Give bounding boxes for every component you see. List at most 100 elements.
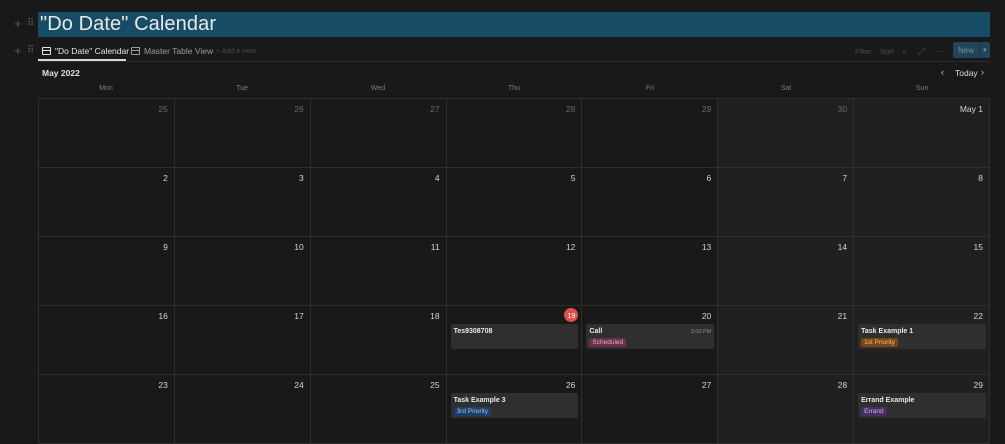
- calendar-day-cell[interactable]: 19 Tes9308708: [446, 306, 583, 375]
- event-name: Errand Example: [861, 397, 915, 404]
- filter-label: Filter: [855, 46, 872, 56]
- calendar-day-cell[interactable]: 25: [39, 99, 175, 168]
- event-card[interactable]: Call 3:00 PM Scheduled: [586, 324, 715, 349]
- sort-label: Sort: [880, 46, 894, 56]
- event-time: 3:00 PM: [690, 329, 712, 335]
- day-number: 28: [837, 380, 848, 390]
- drag-handle-icon[interactable]: ⠿: [27, 17, 34, 31]
- calendar-day-cell[interactable]: 15: [854, 237, 990, 306]
- search-icon[interactable]: ⌕: [902, 41, 907, 61]
- weekday-label: Thu: [507, 85, 521, 92]
- calendar-day-cell[interactable]: 28: [718, 375, 855, 444]
- weekday-label: Tue: [236, 85, 248, 92]
- add-view-button[interactable]: + Add a view: [216, 41, 256, 61]
- calendar-day-cell[interactable]: 7: [718, 168, 855, 237]
- calendar-day-cell[interactable]: 30: [718, 99, 855, 168]
- day-number: 8: [978, 173, 983, 183]
- calendar-day-cell[interactable]: 23: [39, 375, 175, 444]
- day-number: 9: [163, 242, 168, 252]
- calendar-day-cell[interactable]: 29 Errand Example Errand: [854, 375, 990, 444]
- calendar-day-cell[interactable]: 6: [582, 168, 719, 237]
- day-number: 4: [434, 173, 440, 183]
- calendar-day-cell[interactable]: 12: [446, 237, 583, 306]
- calendar-day-cell[interactable]: May 1: [854, 99, 990, 168]
- chevron-down-icon[interactable]: ▾: [978, 42, 990, 58]
- event-card[interactable]: Errand Example Errand: [858, 393, 986, 418]
- prev-month-icon[interactable]: ‹: [941, 67, 944, 77]
- day-number: 12: [565, 242, 576, 252]
- day-number: 20: [701, 311, 712, 321]
- weekday-label: Wed: [370, 85, 386, 92]
- day-number: 13: [701, 242, 712, 252]
- day-number: 6: [706, 173, 712, 183]
- calendar-day-cell[interactable]: 10: [174, 237, 311, 306]
- event-name: Call: [589, 328, 603, 335]
- calendar-day-cell[interactable]: 26: [174, 99, 311, 168]
- calendar-day-cell[interactable]: 2: [39, 168, 175, 237]
- day-number: 29: [973, 380, 983, 390]
- tab-do-date-calendar[interactable]: "Do Date" Calendar: [42, 41, 129, 61]
- weekday-label: Sun: [915, 85, 929, 92]
- day-number: 30: [837, 104, 848, 114]
- more-options-icon[interactable]: ···: [935, 41, 944, 61]
- day-number: 26: [294, 104, 304, 114]
- sort-button[interactable]: Sort: [880, 41, 894, 61]
- day-number: 23: [158, 380, 168, 390]
- event-tag: 1st Priority: [861, 338, 898, 347]
- tab-label: "Do Date" Calendar: [55, 46, 130, 56]
- event-card[interactable]: Tes9308708: [450, 324, 579, 349]
- calendar-day-cell[interactable]: 26 Task Example 3 3rd Priority: [446, 375, 583, 444]
- calendar-day-cell[interactable]: 14: [718, 237, 855, 306]
- day-number: 29: [701, 104, 712, 114]
- month-label: May 2022: [42, 68, 80, 78]
- calendar-day-cell[interactable]: 13: [582, 237, 719, 306]
- day-number: 14: [837, 242, 848, 252]
- page-title-bar[interactable]: "Do Date" Calendar: [38, 12, 990, 37]
- calendar-day-cell[interactable]: 29: [582, 99, 719, 168]
- day-number: 21: [837, 311, 848, 321]
- calendar-day-cell[interactable]: 4: [310, 168, 447, 237]
- calendar-day-cell[interactable]: 3: [174, 168, 311, 237]
- add-block-icon-2[interactable]: +: [14, 44, 22, 58]
- tab-master-table-view[interactable]: Master Table View: [131, 41, 213, 61]
- calendar-day-cell[interactable]: 25: [310, 375, 447, 444]
- today-day-number: 19: [564, 308, 579, 322]
- add-view-label: + Add a view: [216, 47, 256, 55]
- calendar-day-cell[interactable]: 27: [310, 99, 447, 168]
- event-card[interactable]: Task Example 1 1st Priority: [858, 324, 986, 349]
- new-button[interactable]: New ▾: [953, 42, 990, 58]
- event-tag: 3rd Priority: [453, 407, 491, 416]
- calendar-day-cell[interactable]: 21: [718, 306, 855, 375]
- day-number: 11: [430, 242, 440, 252]
- expand-icon[interactable]: ⤢: [918, 41, 925, 61]
- day-number: May 1: [959, 104, 983, 114]
- calendar-day-cell[interactable]: 20 Call 3:00 PM Scheduled: [582, 306, 719, 375]
- calendar-day-cell[interactable]: 5: [446, 168, 583, 237]
- event-card[interactable]: Task Example 3 3rd Priority: [450, 393, 579, 418]
- day-number: 27: [430, 104, 440, 114]
- header-divider: [38, 61, 990, 62]
- day-number: 25: [430, 380, 440, 390]
- calendar-day-cell[interactable]: 18: [310, 306, 447, 375]
- add-block-icon[interactable]: +: [14, 17, 22, 31]
- filter-button[interactable]: Filter: [855, 41, 872, 61]
- calendar-day-cell[interactable]: 8: [854, 168, 990, 237]
- calendar-day-cell[interactable]: 28: [446, 99, 583, 168]
- new-label: New: [958, 45, 975, 55]
- calendar-day-cell[interactable]: 9: [39, 237, 175, 306]
- day-number: 24: [294, 380, 304, 390]
- next-month-icon[interactable]: ›: [981, 67, 984, 77]
- drag-handle-icon-2[interactable]: ⠿: [27, 44, 34, 58]
- day-number: 17: [294, 311, 304, 321]
- calendar-day-cell[interactable]: 24: [174, 375, 311, 444]
- calendar-day-cell[interactable]: 11: [310, 237, 447, 306]
- calendar-day-cell[interactable]: 17: [174, 306, 311, 375]
- calendar-day-cell[interactable]: 16: [39, 306, 175, 375]
- calendar-day-cell[interactable]: 22 Task Example 1 1st Priority: [854, 306, 990, 375]
- calendar-day-cell[interactable]: 27: [582, 375, 719, 444]
- day-number: 3: [298, 173, 304, 183]
- day-number: 26: [565, 380, 576, 390]
- tab-label: Master Table View: [144, 46, 214, 56]
- today-button[interactable]: Today: [955, 68, 978, 78]
- page-title: "Do Date" Calendar: [40, 13, 217, 35]
